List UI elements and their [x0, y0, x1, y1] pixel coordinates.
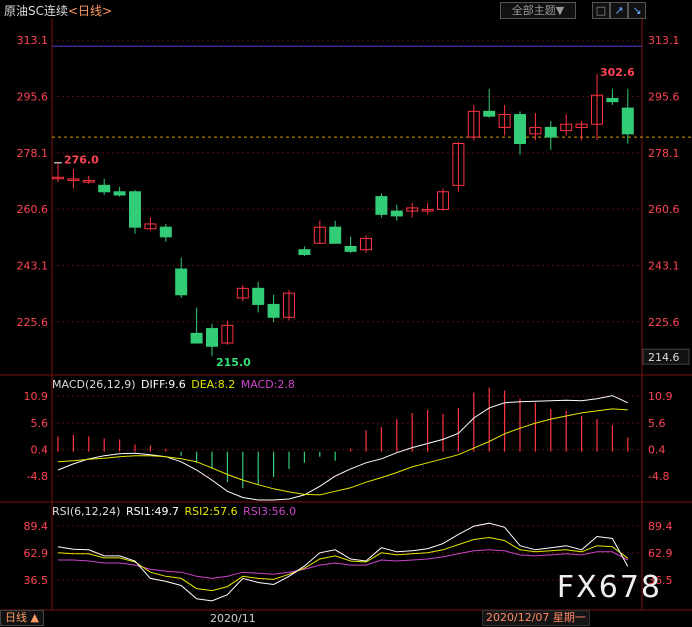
date-axis-bar: 日线 ▲ 2020/11 2020/12/07 星期一	[0, 610, 692, 627]
dif-value: DIFF:9.6	[141, 378, 186, 391]
y-tick-label-right: 62.9	[648, 547, 673, 560]
y-tick-label-left: 0.4	[31, 444, 49, 457]
y-tick-label-left: 295.6	[17, 91, 49, 104]
y-tick-label-left: 36.5	[24, 574, 49, 587]
y-tick-label-left: 260.6	[17, 203, 49, 216]
symbol-label: 原油SC连续	[4, 4, 68, 18]
cursor-date-label: 2020/12/07 星期一	[482, 610, 590, 626]
candle-body	[544, 126, 557, 138]
dif-line	[57, 395, 629, 501]
candle-body	[298, 249, 311, 256]
macd-legend: MACD(26,12,9) DIFF:9.6 DEA:8.2 MACD:2.8	[52, 378, 297, 391]
y-tick-label-right: 10.9	[648, 390, 673, 403]
rsi-legend: RSI(6,12,24) RSI1:49.7 RSI2:57.6 RSI3:56…	[52, 505, 298, 518]
rsi1-value: RSI1:49.7	[125, 505, 180, 518]
y-tick-label-left: 313.1	[17, 34, 49, 47]
rsi2-value: RSI2:57.6	[184, 505, 238, 518]
candle-body	[206, 328, 218, 347]
candle-body	[621, 107, 634, 135]
y-tick-label-right: 313.1	[648, 34, 680, 47]
dea-line	[57, 408, 628, 496]
y-tick-label-right: 278.1	[648, 147, 680, 160]
candle-body	[514, 114, 526, 145]
candle-body	[390, 210, 403, 217]
chart-canvas: 313.1 313.1 295.6 295.6 278.1 278.1 260.6 260.6…	[0, 18, 692, 611]
y-tick-label-right: 0.4	[648, 444, 666, 457]
candle-body	[129, 191, 141, 228]
dea-value: DEA:8.2	[191, 378, 236, 391]
candle-body	[329, 226, 342, 244]
candle-body	[113, 191, 126, 196]
y-tick-label-left: 225.6	[17, 316, 49, 329]
prev-high-annotation: 276.0	[64, 154, 99, 167]
rsi3-value: RSI3:56.0	[243, 505, 297, 518]
y-tick-label-right: -4.8	[648, 470, 669, 483]
rsi-label: RSI(6,12,24)	[52, 505, 121, 518]
candle-body	[606, 97, 619, 103]
y-tick-label-left: 278.1	[17, 147, 49, 160]
candle-body	[252, 287, 265, 305]
y-tick-label-right: 243.1	[648, 259, 680, 272]
candle-body	[344, 245, 357, 252]
high-annotation: 302.6	[600, 66, 635, 79]
candle-body	[190, 332, 203, 344]
y-tick-label-left: 10.9	[24, 390, 49, 403]
low-annotation: 215.0	[216, 356, 251, 369]
candle-body	[98, 184, 111, 193]
y-tick-label-left: 62.9	[24, 547, 49, 560]
chart-title: 原油SC连续<日线>	[4, 2, 112, 19]
y-tick-label-left: 5.6	[31, 417, 49, 430]
candle-body	[159, 226, 172, 238]
y-tick-label-right: 5.6	[648, 417, 666, 430]
timeframe-label[interactable]: <日线>	[68, 4, 112, 18]
chart-down-icon[interactable]: ↘	[628, 2, 646, 19]
period-button[interactable]: 日线 ▲	[0, 610, 44, 626]
candle-body	[375, 196, 388, 215]
y-tick-label-left: -4.8	[27, 470, 48, 483]
watermark-logo: FX678	[556, 570, 662, 605]
y-tick-label-right: 89.4	[648, 520, 673, 533]
y-tick-label-left: 243.1	[17, 259, 49, 272]
y-tick-label-right: 225.6	[648, 316, 680, 329]
candle-body	[267, 303, 280, 318]
candle-body	[175, 268, 188, 296]
y-tick-label-right: 295.6	[648, 91, 680, 104]
window-icon[interactable]: □	[592, 2, 610, 19]
chart-up-icon[interactable]: ↗	[610, 2, 628, 19]
last-price-label: 214.6	[648, 351, 680, 364]
candle-body	[483, 110, 496, 117]
y-tick-label-left: 89.4	[24, 520, 49, 533]
rsi1-line	[57, 522, 629, 602]
macd-value: MACD:2.8	[240, 378, 295, 391]
date-label: 2020/11	[210, 612, 256, 625]
macd-label: MACD(26,12,9)	[52, 378, 136, 391]
theme-dropdown-button[interactable]: 全部主题▼	[500, 2, 576, 19]
y-tick-label-right: 260.6	[648, 203, 680, 216]
